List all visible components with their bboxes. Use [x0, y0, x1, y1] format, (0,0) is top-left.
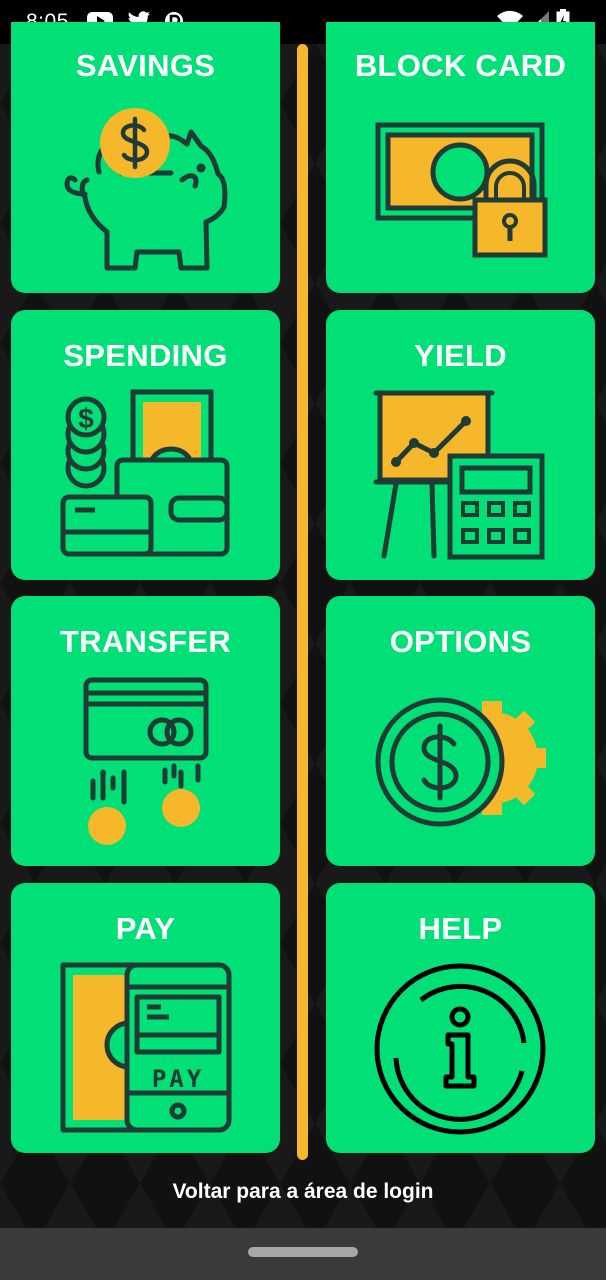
- back-to-login-link[interactable]: Voltar para a área de login: [0, 1180, 606, 1204]
- wallet-icon: $: [60, 389, 230, 557]
- dollar-gear-icon: [375, 697, 546, 827]
- help-tile[interactable]: HELP: [326, 883, 595, 1153]
- svg-text:PAY: PAY: [152, 1065, 204, 1093]
- savings-tile[interactable]: SAVINGS: [11, 22, 280, 293]
- info-icon: [374, 963, 546, 1135]
- svg-text:$: $: [78, 403, 94, 434]
- transfer-tile[interactable]: TRANSFER: [11, 596, 280, 866]
- options-tile[interactable]: OPTIONS: [326, 596, 595, 866]
- locked-cash-icon: [375, 122, 548, 258]
- spending-tile[interactable]: SPENDING $: [11, 310, 280, 580]
- pay-tile[interactable]: PAY PAY: [11, 883, 280, 1153]
- chart-calculator-icon: [373, 390, 545, 560]
- card-coins-icon: [83, 677, 209, 845]
- center-divider: [297, 44, 308, 1160]
- piggy-bank-icon: [64, 108, 228, 271]
- mobile-pay-icon: PAY: [60, 962, 232, 1133]
- block-card-tile[interactable]: BLOCK CARD: [326, 22, 595, 293]
- home-gesture-handle[interactable]: [248, 1247, 358, 1257]
- yield-tile[interactable]: YIELD: [326, 310, 595, 580]
- navigation-bar: [0, 1228, 606, 1280]
